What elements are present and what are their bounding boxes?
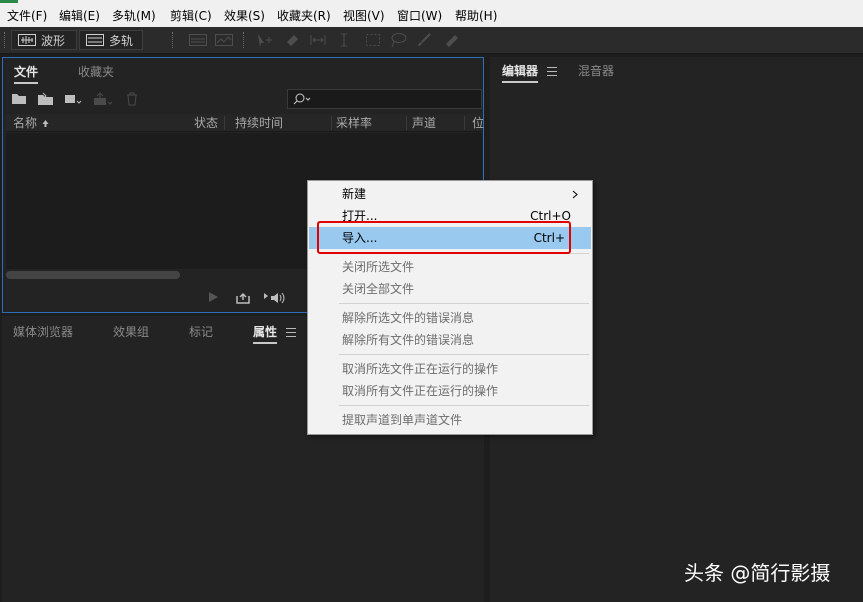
file-table-header: 名称 状态 持续时间 采样率 声道 位 [6,114,484,132]
menu-effects[interactable]: 效果(S) [224,8,265,24]
spectral-pitch-icon[interactable] [214,31,234,49]
import-file-icon[interactable] [37,92,55,106]
menu-item-cancel-selected-operations[interactable]: 取消所选文件正在运行的操作 [309,358,591,380]
marquee-selection-tool-icon[interactable] [363,31,383,49]
menu-separator [339,303,589,304]
toolbar: 波形 多轨 [0,27,863,54]
waveform-label: 波形 [41,33,66,48]
search-icon [293,93,311,105]
export-icon[interactable] [93,92,113,106]
menu-help[interactable]: 帮助(H) [455,8,497,24]
menu-item-dismiss-selected-errors[interactable]: 解除所选文件的错误消息 [309,307,591,329]
menu-file[interactable]: 文件(F) [7,8,47,24]
submenu-arrow-icon [572,190,578,199]
menu-bar: 文件(F) 编辑(E) 多轨(M) 剪辑(C) 效果(S) 收藏夹(R) 视图(… [0,0,863,27]
column-divider [224,116,225,130]
time-selection-tool-icon[interactable] [334,31,354,49]
loop-icon[interactable] [235,291,253,305]
menu-item-dismiss-all-errors[interactable]: 解除所有文件的错误消息 [309,329,591,351]
auto-play-icon[interactable] [263,291,285,305]
play-icon[interactable] [207,291,225,305]
menu-item-label: 取消所有文件正在运行的操作 [342,384,499,398]
menu-item-close-all[interactable]: 关闭全部文件 [309,278,591,300]
column-divider [464,116,465,130]
tab-files[interactable]: 文件 [14,64,39,84]
menu-clip[interactable]: 剪辑(C) [170,8,212,24]
folder-icon[interactable] [11,92,29,106]
column-channels[interactable]: 声道 [412,116,436,130]
app-icon [0,0,18,3]
tab-editor[interactable]: 编辑器 [502,63,539,83]
menu-separator [339,405,589,406]
waveform-button[interactable]: 波形 [11,30,77,50]
column-divider [406,116,407,130]
menu-item-label: 解除所选文件的错误消息 [342,311,475,325]
column-status[interactable]: 状态 [194,116,218,130]
toolbar-grip [243,32,245,48]
menu-item-label: 关闭全部文件 [342,282,415,296]
multitrack-button[interactable]: 多轨 [79,30,143,50]
menu-item-label: 关闭所选文件 [342,260,415,274]
lasso-selection-tool-icon[interactable] [388,31,408,49]
menu-favorites[interactable]: 收藏夹(R) [277,8,331,24]
menu-item-label: 取消所选文件正在运行的操作 [342,362,499,376]
menu-separator [339,354,589,355]
tab-effects-rack[interactable]: 效果组 [113,324,149,340]
tab-properties[interactable]: 属性 [253,324,278,344]
menu-item-new[interactable]: 新建 [309,183,591,205]
insert-icon[interactable] [64,92,82,106]
multitrack-label: 多轨 [109,33,134,48]
search-input[interactable] [287,89,482,109]
column-name-label: 名称 [13,116,38,130]
menu-item-cancel-all-operations[interactable]: 取消所有文件正在运行的操作 [309,380,591,402]
tab-favorites[interactable]: 收藏夹 [78,64,114,80]
toolbar-grip [4,32,6,48]
tab-mixer[interactable]: 混音器 [578,63,614,79]
menu-item-label: 提取声道到单声道文件 [342,413,463,427]
spectral-frequency-icon[interactable] [188,31,208,49]
context-menu: 新建 打开... Ctrl+O 导入... Ctrl+ 关闭所选文件 关闭全部文… [307,180,593,435]
menu-edit[interactable]: 编辑(E) [59,8,100,24]
column-name[interactable]: 名称 [13,116,50,130]
panel-menu-icon[interactable] [547,67,557,76]
sort-ascending-icon [42,120,49,127]
brush-selection-tool-icon[interactable] [414,31,434,49]
menu-item-extract-channels[interactable]: 提取声道到单声道文件 [309,409,591,431]
toolbar-grip [172,32,174,48]
column-divider [331,116,332,130]
spot-healing-brush-icon[interactable] [441,31,461,49]
column-duration[interactable]: 持续时间 [235,116,283,130]
multitrack-icon [86,34,104,46]
menu-window[interactable]: 窗口(W) [397,8,442,24]
menu-item-label: 新建 [342,187,367,201]
menu-multitrack[interactable]: 多轨(M) [112,8,156,24]
trash-icon[interactable] [125,92,143,106]
razor-tool-icon[interactable] [282,31,302,49]
annotation-highlight-box [317,221,571,254]
tab-markers[interactable]: 标记 [189,324,213,340]
tab-media-browser[interactable]: 媒体浏览器 [13,324,73,340]
waveform-icon [18,34,36,46]
menu-view[interactable]: 视图(V) [343,8,385,24]
menu-item-label: 解除所有文件的错误消息 [342,333,475,347]
watermark: 头条 @简行影摄 [684,561,831,585]
column-sample-rate[interactable]: 采样率 [336,116,372,130]
menu-item-close-selected[interactable]: 关闭所选文件 [309,256,591,278]
panel-menu-icon[interactable] [286,328,296,337]
horizontal-scrollbar[interactable] [6,271,180,279]
column-bit-depth[interactable]: 位 [472,116,484,130]
slip-tool-icon[interactable] [308,31,328,49]
move-tool-icon[interactable] [254,31,274,49]
